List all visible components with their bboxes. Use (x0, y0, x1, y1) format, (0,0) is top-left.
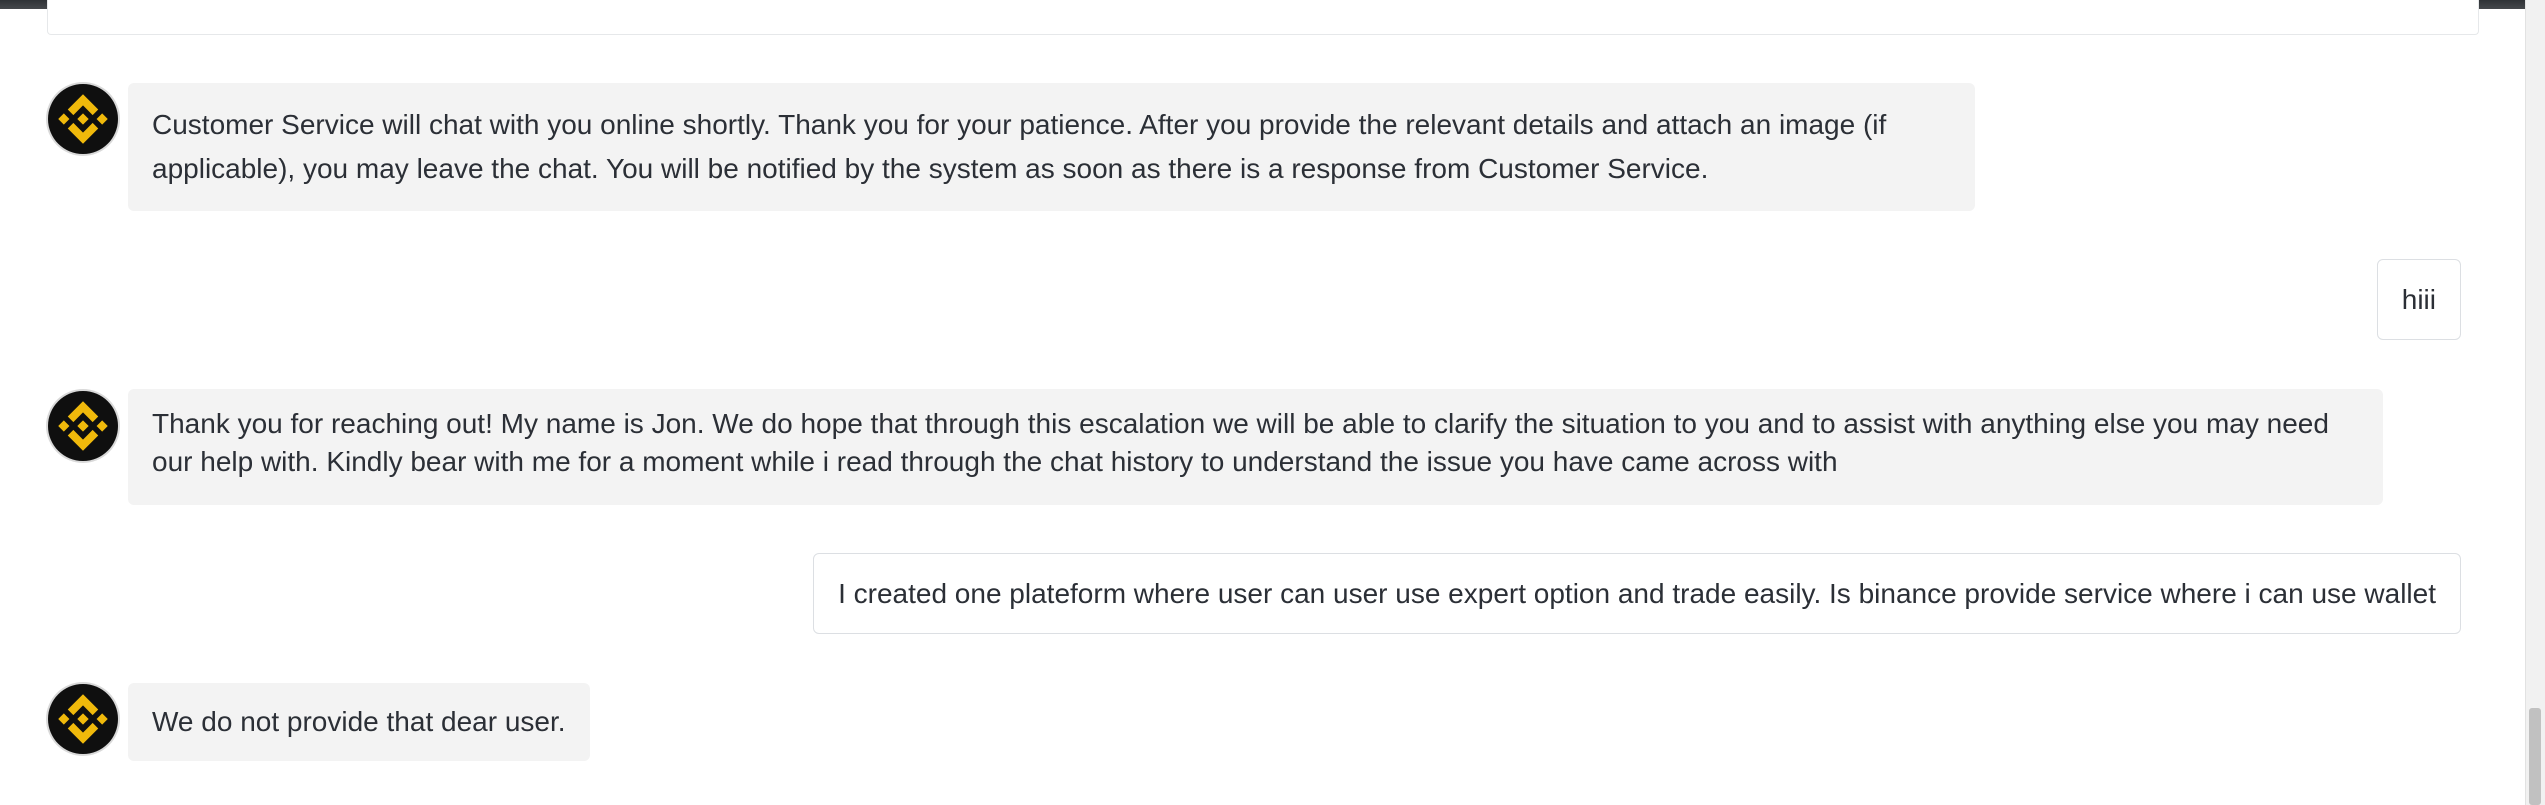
agent-message: We do not provide that dear user. (128, 683, 590, 761)
message-text: Customer Service will chat with you onli… (152, 109, 1887, 184)
agent-avatar (48, 684, 118, 754)
binance-logo-icon (58, 94, 108, 144)
binance-logo-icon (58, 401, 108, 451)
chat-window: Customer Service will chat with you onli… (0, 0, 2525, 805)
scrollbar-track[interactable] (2525, 0, 2545, 805)
message-text: Thank you for reaching out! My name is J… (152, 408, 2329, 477)
agent-message: Customer Service will chat with you onli… (128, 83, 1975, 211)
previous-message-box (47, 0, 2479, 35)
user-message: hiii (2376, 259, 2461, 340)
agent-avatar (48, 391, 118, 461)
message-text: We do not provide that dear user. (152, 706, 566, 737)
message-text: hiii (2401, 284, 2436, 315)
scrollbar-thumb[interactable] (2529, 708, 2541, 805)
binance-logo-icon (58, 694, 108, 744)
message-text: I created one plateform where user can u… (838, 578, 2436, 609)
agent-message: Thank you for reaching out! My name is J… (128, 389, 2383, 505)
agent-avatar (48, 84, 118, 154)
user-message: I created one plateform where user can u… (813, 553, 2461, 634)
